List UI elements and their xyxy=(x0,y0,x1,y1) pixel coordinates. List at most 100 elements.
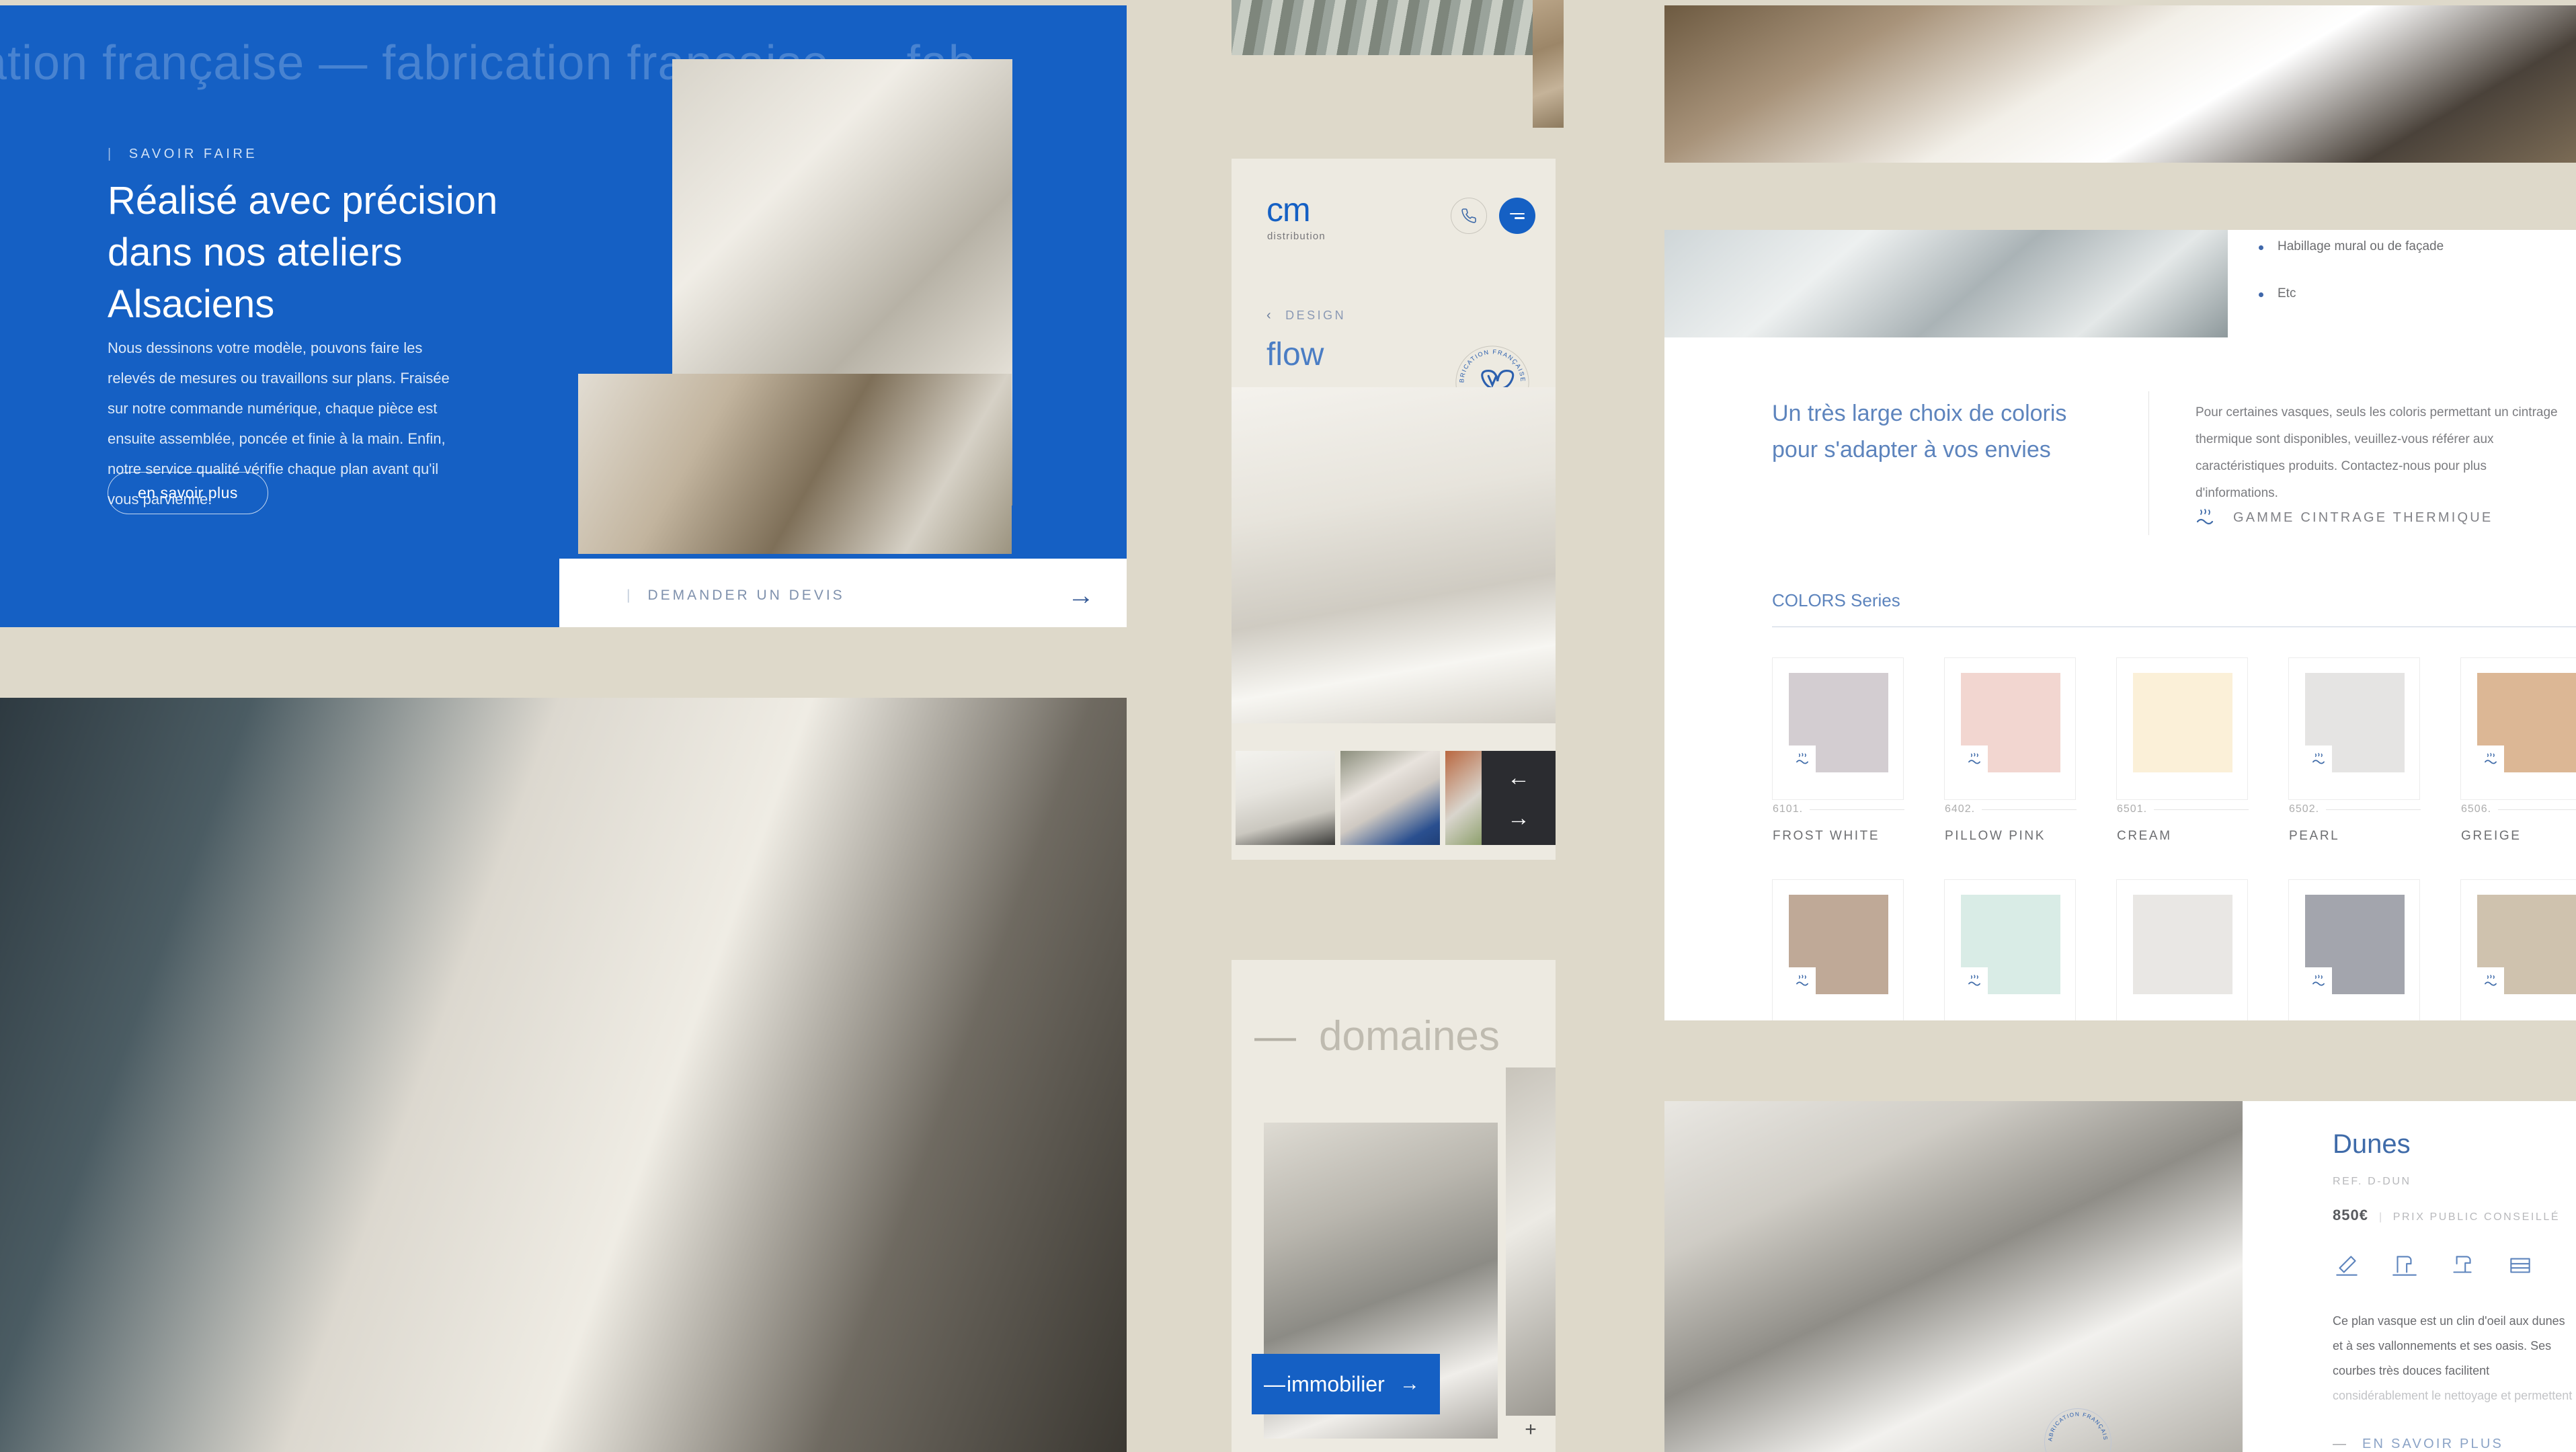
domaines-side-photo xyxy=(1506,1067,1556,1416)
svg-text:FABRICATION FRANÇAISE: FABRICATION FRANÇAISE xyxy=(2041,1405,2109,1442)
product-feature-icons xyxy=(2333,1251,2575,1279)
en-savoir-plus-button[interactable]: en savoir plus xyxy=(108,472,268,514)
price-label-text: PRIX PUBLIC CONSEILLÉ xyxy=(2392,1211,2561,1223)
gallery-thumb-2[interactable] xyxy=(1340,751,1440,845)
swatch-meta: 6502. PEARL xyxy=(2289,803,2421,844)
swatch-code: 6506. xyxy=(2461,803,2576,815)
product-price-label: | PRIX PUBLIC CONSEILLÉ xyxy=(2379,1211,2560,1223)
swatch-code: 6501. xyxy=(2117,803,2249,815)
wood-sliver-photo xyxy=(1533,0,1564,128)
color-chip xyxy=(1961,673,2060,772)
color-chip xyxy=(1789,895,1888,994)
swatch-name: CREAM xyxy=(2117,829,2172,843)
thermal-wave-icon xyxy=(1789,967,1816,994)
savoir-faire-title: Réalisé avec précision dans nos ateliers… xyxy=(108,179,498,327)
color-swatch-card[interactable]: 6402. PILLOW PINK xyxy=(1944,657,2076,843)
collage-stage: ation française — fabrication française … xyxy=(0,0,2576,1452)
thermal-wave-icon xyxy=(2196,509,2214,525)
color-swatch-card[interactable]: 6502. PEARL xyxy=(2288,657,2420,843)
swatch-meta: 6101. FROST WHITE xyxy=(1773,803,1904,844)
gallery-next-button[interactable]: → xyxy=(1507,807,1530,830)
product-description-text: Ce plan vasque est un clin d'oeil aux du… xyxy=(2333,1314,2565,1377)
thermal-wave-icon xyxy=(1961,745,1988,772)
hamburger-lines xyxy=(1510,210,1525,222)
phone-icon[interactable] xyxy=(1451,198,1487,234)
cintrage-link-label: GAMME CINTRAGE THERMIQUE xyxy=(2233,510,2493,525)
color-swatch-card[interactable]: 6509. xyxy=(1772,879,1904,1020)
gamme-cintrage-thermique-link[interactable]: GAMME CINTRAGE THERMIQUE xyxy=(2196,508,2493,527)
swatch-name: PEARL xyxy=(2289,829,2340,843)
thermal-wave-icon xyxy=(2305,745,2332,772)
savoir-faire-eyebrow: | SAVOIR FAIRE xyxy=(108,147,257,162)
color-swatch-card[interactable]: 6902. xyxy=(2116,879,2248,1020)
drawer-icon[interactable] xyxy=(2506,1251,2534,1279)
color-swatch-card[interactable]: 6506. GREIGE xyxy=(2460,657,2576,843)
eyebrow-label: SAVOIR FAIRE xyxy=(128,147,258,161)
reception-desk-photo xyxy=(0,698,1127,1452)
mockup-header: cm distribution xyxy=(1232,159,1556,253)
price-pipe: | xyxy=(2378,1211,2384,1223)
swatch-meta: 6402. PILLOW PINK xyxy=(1945,803,2077,844)
more-dash: — xyxy=(2333,1436,2346,1451)
swatch-name: PILLOW PINK xyxy=(1945,829,2046,843)
slats-texture-photo xyxy=(1232,0,1556,55)
color-chip xyxy=(1961,895,2060,994)
flow-product-mockup: cm distribution ‹ DESIGN flow BRICATION … xyxy=(1232,159,1556,860)
color-swatch-card[interactable]: 6908. xyxy=(2460,879,2576,1020)
color-chip xyxy=(2305,895,2405,994)
hand-sanding-photo xyxy=(578,374,1012,554)
pen-tool-icon[interactable] xyxy=(2333,1251,2361,1279)
product-reference: REF. D-DUN xyxy=(2333,1176,2411,1187)
immobilier-label: immobilier xyxy=(1287,1371,1385,1396)
mirror-photo xyxy=(1664,230,2228,337)
devis-label: | DEMANDER UN DEVIS xyxy=(627,588,845,604)
tap-right-icon[interactable] xyxy=(2448,1251,2477,1279)
gallery-thumbnails: ← → xyxy=(1232,751,1556,845)
thermal-wave-icon xyxy=(1961,967,1988,994)
page-title: flow xyxy=(1266,337,1324,372)
product-description: Ce plan vasque est un clin d'oeil aux du… xyxy=(2333,1309,2575,1408)
thermal-wave-icon xyxy=(2477,745,2504,772)
product-info: Dunes REF. D-DUN 850€ | PRIX PUBLIC CONSE… xyxy=(2333,1129,2575,1452)
hamburger-icon[interactable] xyxy=(1499,198,1535,234)
breadcrumb-label: DESIGN xyxy=(1285,309,1346,322)
tap-left-icon[interactable] xyxy=(2390,1251,2419,1279)
features-bullet-list: Habillage mural ou de façade Etc xyxy=(2248,239,2564,333)
vertical-divider xyxy=(2148,391,2149,535)
product-detail-card: FABRICATION FRANÇAISE Dunes REF. D-DUN 8… xyxy=(1664,1101,2576,1452)
color-chip xyxy=(2477,673,2576,772)
dunes-basin-photo xyxy=(1664,1101,2243,1452)
gallery-thumb-1[interactable] xyxy=(1236,751,1335,845)
more-label: EN SAVOIR PLUS xyxy=(2362,1436,2504,1451)
breadcrumb[interactable]: ‹ DESIGN xyxy=(1266,308,1346,323)
domaines-section: — domaines + —immobilier → xyxy=(1232,960,1556,1452)
thermal-wave-icon xyxy=(2477,967,2504,994)
domaines-heading: — domaines xyxy=(1254,1012,1500,1060)
colors-series-label: COLORS Series xyxy=(1772,590,1900,610)
en-savoir-plus-link[interactable]: — EN SAVOIR PLUS xyxy=(2333,1437,2575,1452)
demander-un-devis-bar[interactable]: | DEMANDER UN DEVIS → xyxy=(559,559,1127,627)
chevron-left-icon: ‹ xyxy=(1266,308,1274,323)
cm-logo-subtitle: distribution xyxy=(1267,231,1326,242)
colors-panel: Habillage mural ou de façade Etc Un très… xyxy=(1664,230,2576,1020)
immobilier-button[interactable]: —immobilier → xyxy=(1252,1354,1440,1414)
swatch-name: GREIGE xyxy=(2461,829,2522,843)
color-swatch-card[interactable]: 6703. xyxy=(1944,879,2076,1020)
arrow-right-icon: → xyxy=(1068,581,1094,610)
devis-text: DEMANDER UN DEVIS xyxy=(647,588,845,603)
color-chip xyxy=(1789,673,1888,772)
color-swatch-card[interactable]: 6101. FROST WHITE xyxy=(1772,657,1904,843)
cm-logo[interactable]: cm xyxy=(1266,193,1311,227)
product-title: Dunes xyxy=(2333,1129,2411,1159)
color-swatch-card[interactable]: 6903. xyxy=(2288,879,2420,1020)
color-swatch-card[interactable]: 6501. CREAM xyxy=(2116,657,2248,843)
thermal-wave-icon xyxy=(1789,745,1816,772)
gallery-prev-button[interactable]: ← xyxy=(1507,766,1530,789)
plus-icon[interactable]: + xyxy=(1506,1412,1556,1448)
colors-note: Pour certaines vasques, seuls les colori… xyxy=(2196,405,2558,500)
list-item: Etc xyxy=(2248,286,2564,301)
swatch-code: 6101. xyxy=(1773,803,1904,815)
color-chip xyxy=(2133,895,2232,994)
savoir-faire-panel: ation française — fabrication française … xyxy=(0,5,1127,627)
immobilier-dash: — xyxy=(1264,1371,1285,1396)
